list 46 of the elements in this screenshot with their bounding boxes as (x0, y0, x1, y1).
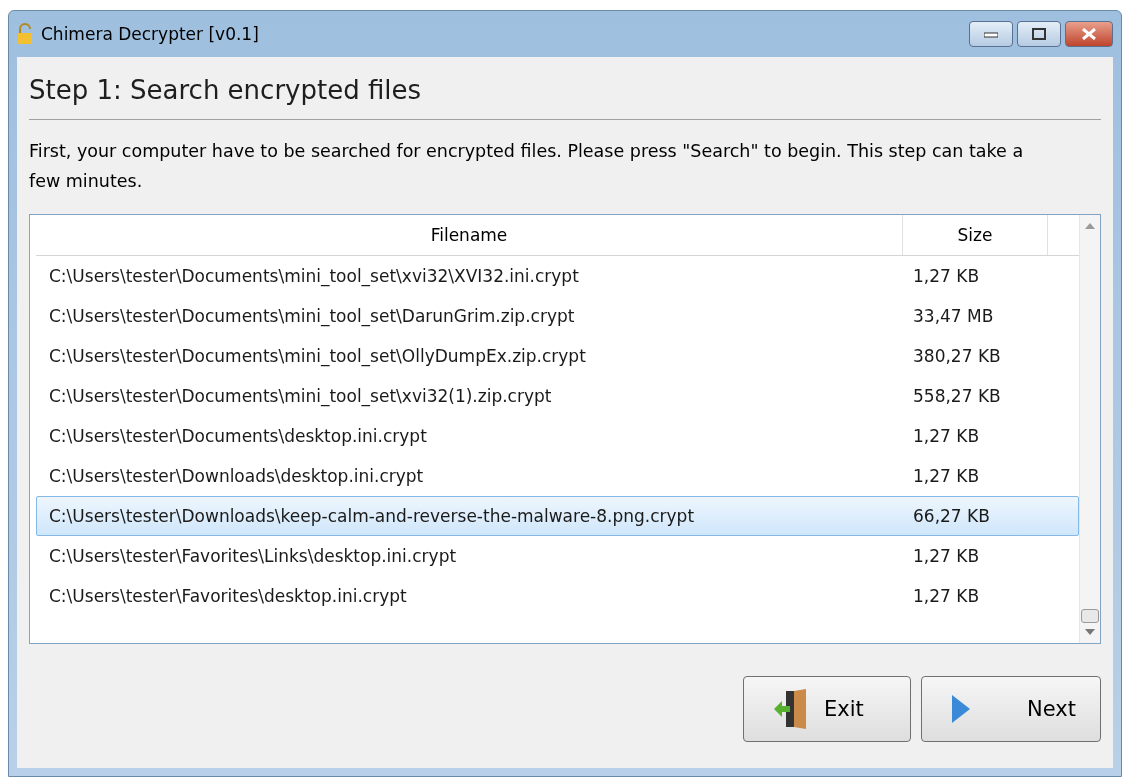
filename-cell-text: C:\Users\tester\Favorites\desktop.ini.crypt (48, 586, 408, 606)
size-cell-text: 33,47 MB (912, 306, 995, 326)
close-icon (1081, 28, 1097, 40)
size-cell-text: 380,27 KB (912, 346, 1002, 366)
size-cell-text: 66,27 KB (912, 506, 991, 526)
next-button[interactable]: Next (921, 676, 1101, 742)
filename-cell-text: C:\Users\tester\Downloads\desktop.ini.crypt (48, 466, 425, 486)
filename-cell-text: C:\Users\tester\Documents\mini_tool_set\OllyDumpEx.zip.crypt (48, 346, 587, 366)
file-row[interactable]: C:\Users\tester\Documents\mini_tool_set\OllyDumpEx.zip.crypt 380,27 KB (36, 336, 1079, 376)
file-row[interactable]: C:\Users\tester\Favorites\Links\desktop.ini.crypt 1,27 KB (36, 536, 1079, 576)
scroll-up-icon[interactable] (1085, 223, 1095, 229)
scroll-down-icon[interactable] (1085, 629, 1095, 635)
play-icon (950, 693, 972, 725)
size-cell-text: 1,27 KB (912, 266, 981, 286)
padlock-icon (17, 23, 33, 45)
column-header[interactable]: Size (903, 215, 1048, 255)
size-cell-text: 1,27 KB (912, 466, 981, 486)
maximize-button[interactable] (1017, 21, 1061, 47)
file-row[interactable]: C:\Users\tester\Documents\desktop.ini.crypt 1,27 KB (36, 416, 1079, 456)
window-title: Chimera Decrypter [v0.1] (41, 24, 260, 44)
filename-cell-text: C:\Users\tester\Downloads\keep-calm-and-reverse-the-malware-8.png.crypt (48, 506, 696, 526)
filename-cell-text: C:\Users\tester\Documents\mini_tool_set\DarunGrim.zip.crypt (48, 306, 576, 326)
file-row[interactable]: C:\Users\tester\Downloads\desktop.ini.crypt 1,27 KB (36, 456, 1079, 496)
scroll-thumb[interactable] (1081, 609, 1099, 623)
filename-cell-text: C:\Users\tester\Documents\mini_tool_set\xvi32(1).zip.crypt (48, 386, 553, 406)
maximize-icon (1032, 28, 1046, 40)
size-cell-text: 1,27 KB (912, 426, 981, 446)
minimize-icon (984, 30, 998, 38)
filename-cell-text: C:\Users\tester\Documents\desktop.ini.crypt (48, 426, 428, 446)
size-cell-text: 1,27 KB (912, 586, 981, 606)
size-cell-text: 558,27 KB (912, 386, 1002, 406)
close-button[interactable] (1065, 21, 1113, 47)
filename-cell-text: C:\Users\tester\Documents\mini_tool_set\xvi32\XVI32.ini.crypt (48, 266, 580, 286)
size-cell-text: 1,27 KB (912, 546, 981, 566)
file-row[interactable]: C:\Users\tester\Documents\mini_tool_set\xvi32(1).zip.crypt 558,27 KB (36, 376, 1079, 416)
column-header[interactable]: Filename (36, 215, 903, 255)
description-text: First, your computer have to be searched for encrypted files. Please press "Search" to begin. This step can take a few minutes. (29, 140, 1025, 193)
file-row[interactable]: C:\Users\tester\Downloads\keep-calm-and-reverse-the-malware-8.png.crypt 66,27 KB (36, 496, 1079, 536)
file-row[interactable]: C:\Users\tester\Documents\mini_tool_set\xvi32\XVI32.ini.crypt 1,27 KB (36, 256, 1079, 296)
file-row[interactable]: C:\Users\tester\Favorites\desktop.ini.crypt 1,27 KB (36, 576, 1079, 616)
scrollbar[interactable] (1079, 215, 1100, 643)
minimize-button[interactable] (969, 21, 1013, 47)
filename-cell-text: C:\Users\tester\Favorites\Links\desktop.ini.crypt (48, 546, 458, 566)
exit-button[interactable]: Exit (743, 676, 911, 742)
step-heading: Step 1: Search encrypted files (29, 57, 1101, 120)
file-row[interactable]: C:\Users\tester\Documents\mini_tool_set\DarunGrim.zip.crypt 33,47 MB (36, 296, 1079, 336)
